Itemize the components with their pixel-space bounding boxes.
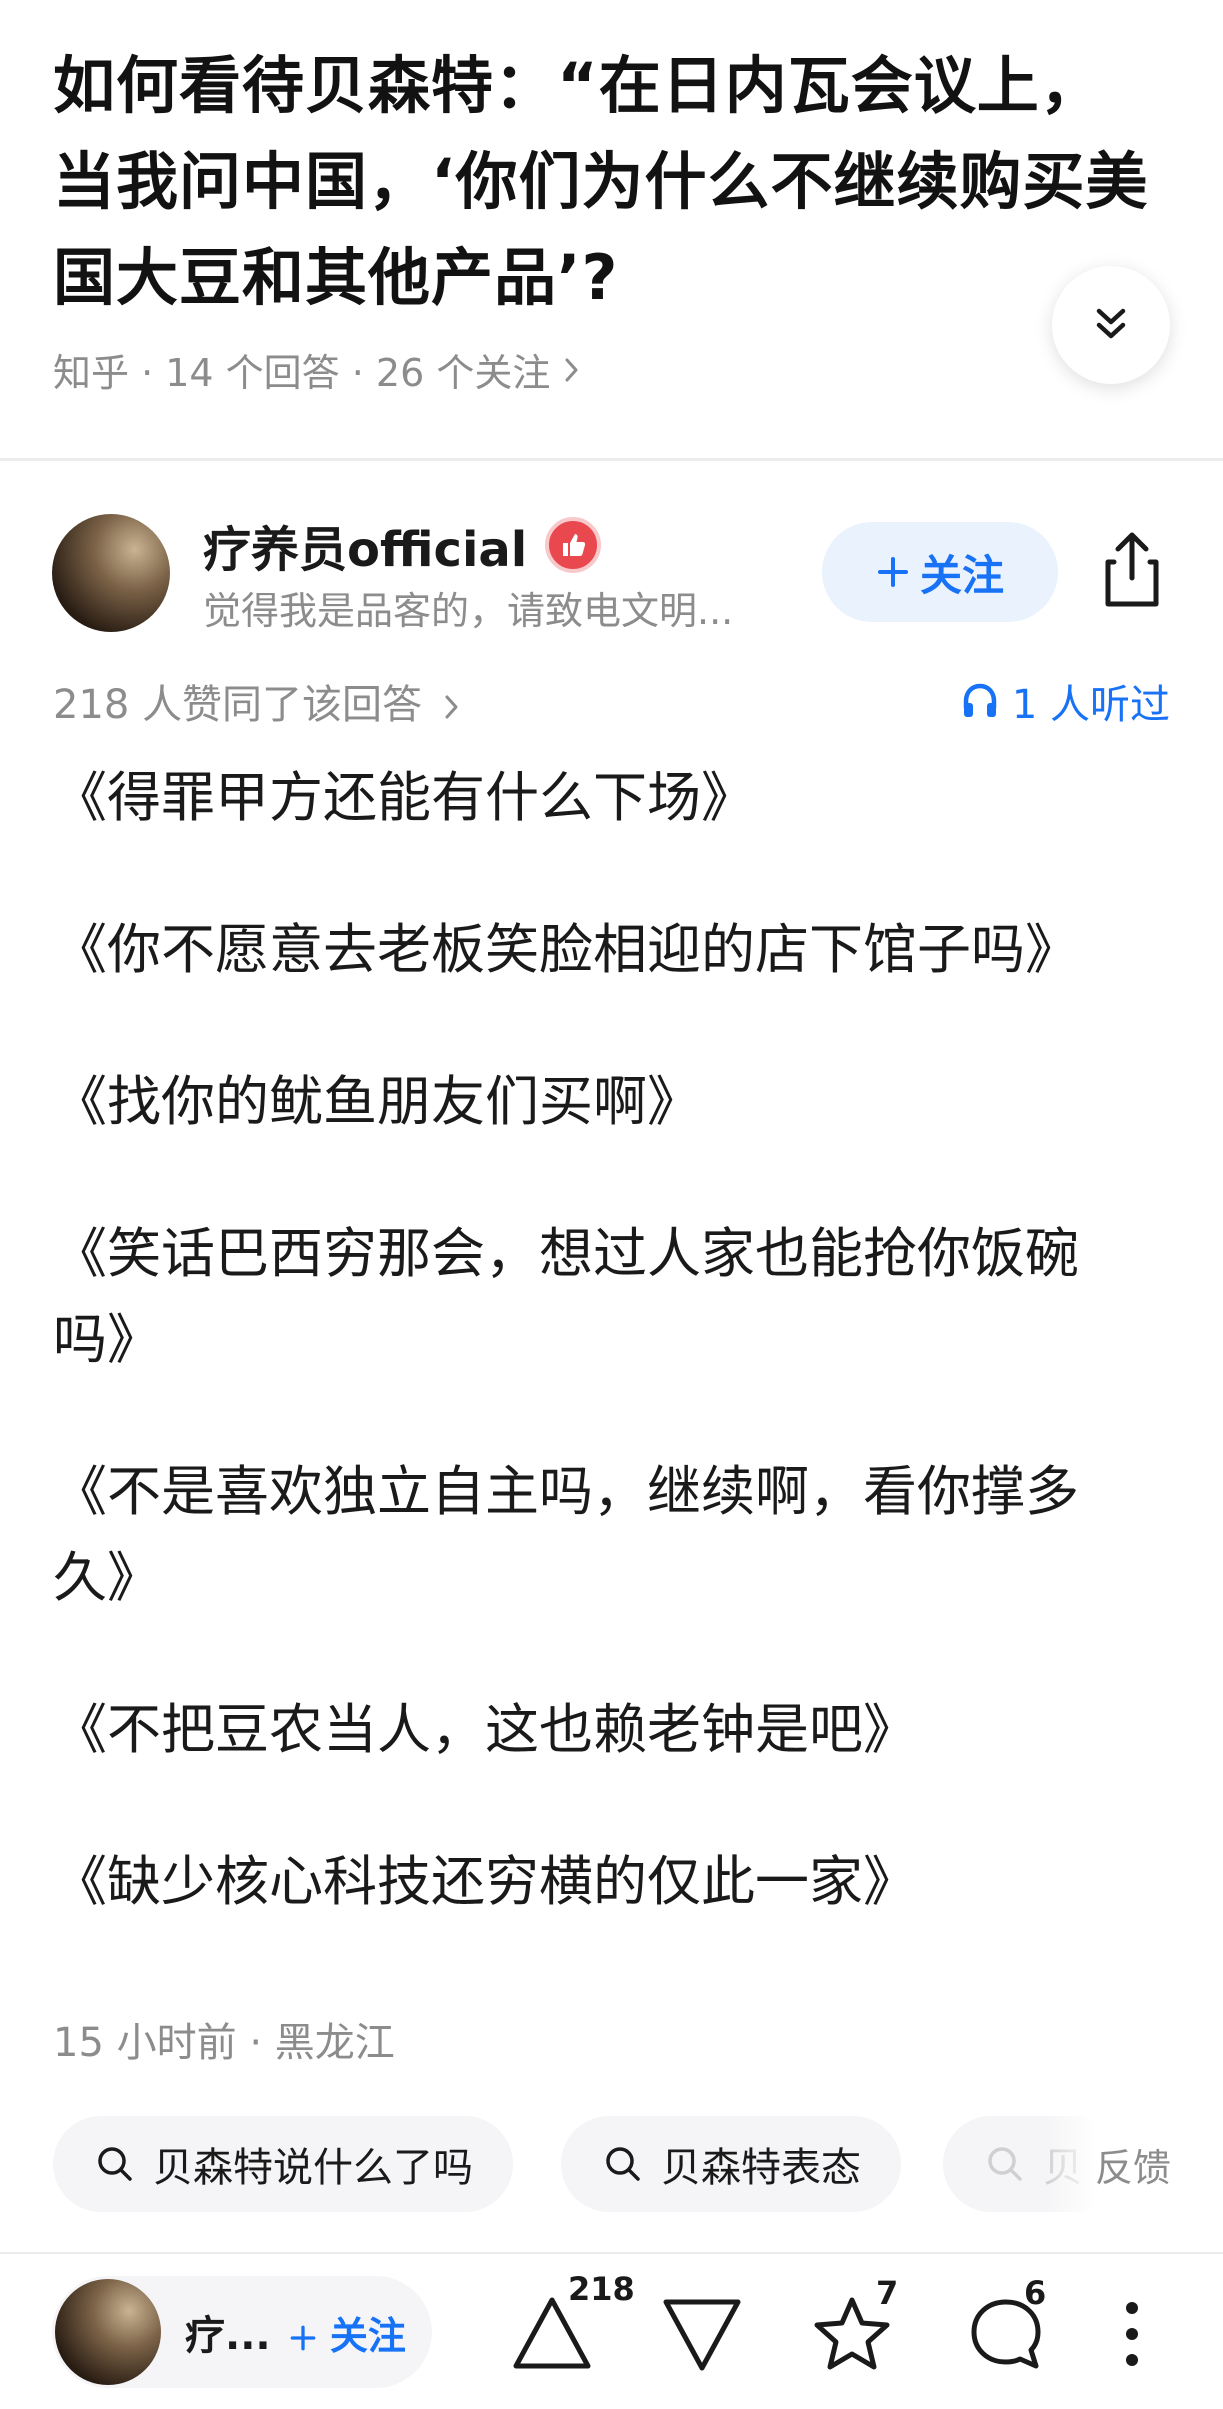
- answer-content: 《得罪甲方还能有什么下场》 《你不愿意去老板笑脸相迎的店下馆子吗》 《找你的鱿鱼…: [53, 755, 1133, 1991]
- likes-summary[interactable]: 218 人赞同了该回答: [53, 672, 461, 730]
- question-header: 如何看待贝森特：“在日内瓦会议上，当我问中国，‘你们为什么不继续购买美国大豆和其…: [0, 0, 1223, 460]
- follow-button[interactable]: 关注: [822, 522, 1058, 622]
- plus-icon: [877, 557, 908, 587]
- thumb-up-badge-icon: [545, 517, 602, 573]
- favorite-count: 7: [876, 2274, 899, 2312]
- answer-paragraph: 《笑话巴西穷那会，想过人家也能抢你饭碗吗》: [53, 1222, 1079, 1371]
- mini-author-name: 疗...: [185, 2313, 271, 2359]
- chevron-right-icon: [445, 695, 458, 719]
- share-icon[interactable]: [1100, 530, 1164, 610]
- answer-paragraph: 《你不愿意去老板笑脸相迎的店下馆子吗》: [53, 918, 1079, 981]
- question-meta-text: 知乎 · 14 个回答 · 26 个关注: [53, 351, 551, 395]
- bottom-action-bar: 疗... 关注 218 7 6: [0, 2252, 1223, 2409]
- header-divider: [0, 458, 1223, 461]
- answer-paragraph: 《不把豆农当人，这也赖老钟是吧》: [53, 1698, 917, 1761]
- mini-follow-label: 关注: [329, 2313, 406, 2358]
- search-icon: [606, 2147, 640, 2181]
- related-search-label: 贝森特说什么了吗: [153, 2145, 473, 2191]
- downvote-icon: [663, 2299, 741, 2371]
- upvote-count: 218: [568, 2270, 635, 2308]
- mini-author-avatar: [55, 2279, 161, 2385]
- question-title[interactable]: 如何看待贝森特：“在日内瓦会议上，当我问中国，‘你们为什么不继续购买美国大豆和其…: [53, 38, 1153, 326]
- author-bio: 觉得我是品客的，请致电文明...: [203, 589, 734, 633]
- chevron-double-down-icon: [1096, 308, 1126, 339]
- listen-button[interactable]: 1 人听过: [960, 672, 1170, 730]
- answer-paragraph: 《缺少核心科技还穷横的仅此一家》: [53, 1850, 917, 1913]
- more-icon: [1126, 2302, 1138, 2366]
- author-name: 疗养员official: [203, 522, 528, 578]
- more-button[interactable]: [1112, 2282, 1152, 2382]
- upvote-button[interactable]: 218: [510, 2270, 640, 2382]
- plus-icon: [290, 2325, 315, 2350]
- mini-author-chip[interactable]: 疗... 关注: [52, 2276, 432, 2388]
- author-row: 疗养员official 觉得我是品客的，请致电文明... 关注: [0, 510, 1223, 640]
- related-search-chip[interactable]: 贝森特说什么了吗: [53, 2116, 513, 2212]
- search-icon: [98, 2147, 132, 2181]
- likes-text: 218 人赞同了该回答: [53, 682, 423, 728]
- answer-paragraph: 《得罪甲方还能有什么下场》: [53, 766, 755, 829]
- feedback-label: 反馈: [1094, 2145, 1171, 2190]
- chevron-right-icon: [565, 358, 578, 381]
- question-meta[interactable]: 知乎 · 14 个回答 · 26 个关注: [53, 342, 580, 397]
- headphones-icon: [963, 683, 997, 717]
- feedback-button[interactable]: 反馈: [1046, 2116, 1223, 2212]
- search-icon: [988, 2147, 1022, 2181]
- answer-stats: 218 人赞同了该回答 1 人听过: [53, 672, 1170, 728]
- mini-follow-button[interactable]: 关注: [289, 2305, 406, 2360]
- favorite-button[interactable]: 7: [810, 2274, 910, 2382]
- answer-paragraph: 《找你的鱿鱼朋友们买啊》: [53, 1070, 701, 1133]
- related-search-label: 贝森特表态: [661, 2145, 861, 2191]
- author-avatar[interactable]: [52, 514, 170, 632]
- comment-button[interactable]: 6: [964, 2274, 1064, 2382]
- answer-paragraph: 《不是喜欢独立自主吗，继续啊，看你撑多久》: [53, 1460, 1079, 1609]
- answer-time-location: 15 小时前 · 黑龙江: [53, 2020, 395, 2066]
- listen-text: 1 人听过: [1011, 682, 1170, 728]
- related-search-chip[interactable]: 贝森特表态: [561, 2116, 901, 2212]
- comment-count: 6: [1024, 2274, 1047, 2312]
- author-name-wrap[interactable]: 疗养员official: [203, 510, 602, 580]
- follow-label: 关注: [919, 550, 1004, 600]
- downvote-button[interactable]: [660, 2282, 750, 2382]
- collapse-button[interactable]: [1052, 266, 1170, 384]
